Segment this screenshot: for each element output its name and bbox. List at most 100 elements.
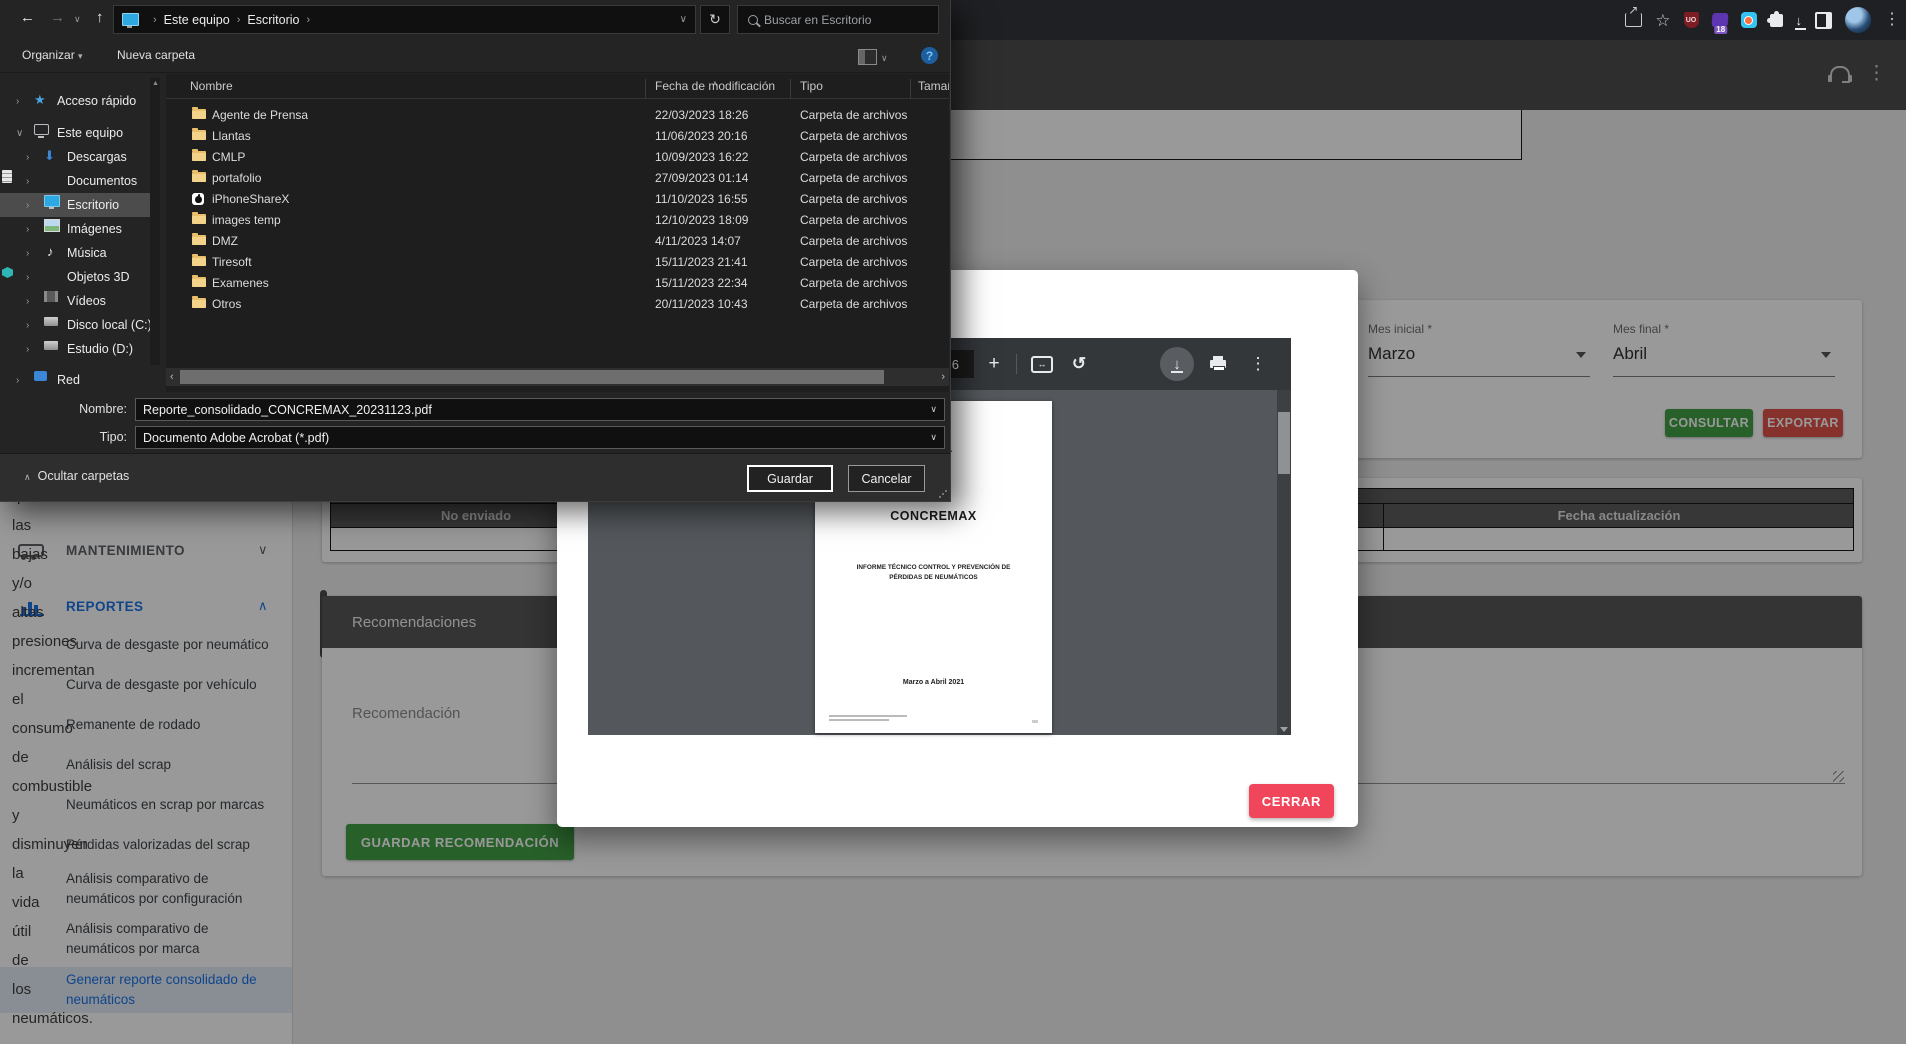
folder-icon — [192, 298, 206, 308]
breadcrumb[interactable]: › Este equipo › Escritorio › ∨ — [113, 5, 696, 34]
profile-avatar[interactable] — [1845, 7, 1871, 33]
document-footer — [829, 715, 909, 723]
file-row[interactable]: images temp12/10/2023 18:09Carpeta de ar… — [166, 210, 949, 231]
column-fecha[interactable]: Fecha de modificación — [655, 79, 775, 93]
scroll-left-arrow-icon[interactable]: ‹ — [170, 371, 174, 383]
tree-item-videos[interactable]: ›Vídeos — [0, 289, 152, 313]
up-arrow-icon[interactable]: ↑ — [96, 9, 104, 26]
search-icon — [748, 15, 758, 25]
toolbar-divider — [1016, 354, 1017, 374]
download-icon[interactable]: ↓ — [1160, 347, 1194, 381]
dropdown-chevron-icon[interactable]: ∨ — [930, 404, 937, 415]
column-tamano[interactable]: Tamaño — [918, 79, 949, 93]
tree-item-red[interactable]: ›Red — [0, 368, 152, 392]
column-nombre[interactable]: Nombre — [190, 79, 233, 93]
horizontal-scrollbar[interactable]: ‹ › — [166, 368, 949, 386]
folder-icon — [192, 109, 206, 119]
scroll-down-arrow-icon[interactable] — [1280, 727, 1288, 732]
filename-label: Nombre: — [79, 402, 127, 416]
share-icon[interactable] — [1625, 13, 1642, 27]
apple-icon — [192, 193, 204, 205]
scroll-right-arrow-icon[interactable]: › — [941, 371, 945, 383]
view-mode-chevron-icon[interactable]: ∨ — [881, 53, 888, 64]
print-icon[interactable] — [1204, 338, 1232, 390]
tree-item-escritorio[interactable]: ›Escritorio — [0, 193, 152, 217]
search-input[interactable]: Buscar en Escritorio — [737, 5, 939, 34]
view-mode-icon[interactable] — [858, 49, 877, 65]
dialog-address-bar: ← → ∨ ↑ › Este equipo › Escritorio › ∨ ↻… — [0, 0, 950, 40]
extension-badge-icon[interactable]: 18 — [1711, 13, 1728, 27]
tree-item-disco-c[interactable]: ›Disco local (C:) — [0, 313, 152, 337]
file-row[interactable]: iPhoneShareX11/10/2023 16:55Carpeta de a… — [166, 189, 949, 210]
screen: UO 18 ↓ ⋮ MANTENIMIENTO ∨ REPORTES ∧ Cur… — [0, 0, 1906, 1044]
file-row[interactable]: Tiresoft15/11/2023 21:41Carpeta de archi… — [166, 252, 949, 273]
filetype-row: Tipo: Documento Adobe Acrobat (*.pdf) ∨ — [0, 426, 950, 450]
file-row[interactable]: Llantas11/06/2023 20:16Carpeta de archiv… — [166, 126, 949, 147]
side-panel-icon[interactable] — [1815, 12, 1832, 29]
file-row[interactable]: DMZ4/11/2023 14:07Carpeta de archivos — [166, 231, 949, 252]
file-list: Nombre ∧ Fecha de modificación Tipo Tama… — [166, 74, 949, 392]
tree-item-este-equipo[interactable]: ∨Este equipo — [0, 121, 152, 145]
horizontal-scrollbar-thumb[interactable] — [180, 370, 884, 384]
document-period: Marzo a Abril 2021 — [815, 679, 1052, 686]
rotate-icon[interactable]: ↺ — [1066, 338, 1092, 390]
tree-item-descargas[interactable]: ›Descargas — [0, 145, 152, 169]
file-list-header: Nombre ∧ Fecha de modificación Tipo Tama… — [166, 74, 949, 99]
forward-arrow-icon[interactable]: → — [50, 9, 65, 26]
help-icon[interactable]: ? — [921, 47, 938, 64]
file-row[interactable]: Otros20/11/2023 10:43Carpeta de archivos — [166, 294, 949, 315]
tree-item-documentos[interactable]: ›Documentos — [0, 169, 152, 193]
tree-item-musica[interactable]: ›Música — [0, 241, 152, 265]
desktop-icon — [122, 13, 139, 26]
search-placeholder: Buscar en Escritorio — [764, 13, 871, 27]
bookmark-star-icon[interactable] — [1655, 12, 1670, 29]
cerrar-button[interactable]: CERRAR — [1249, 784, 1334, 818]
file-row[interactable]: Agente de Prensa22/03/2023 18:26Carpeta … — [166, 105, 949, 126]
filetype-label: Tipo: — [100, 430, 127, 444]
folder-icon — [192, 277, 206, 287]
guardar-button[interactable]: Guardar — [747, 465, 833, 492]
file-row[interactable]: Examenes15/11/2023 22:34Carpeta de archi… — [166, 273, 949, 294]
tree-item-imagenes[interactable]: ›Imágenes — [0, 217, 152, 241]
column-tipo[interactable]: Tipo — [800, 79, 823, 93]
tree-scrollbar[interactable]: ▲ — [150, 78, 160, 365]
filename-input[interactable]: Reporte_consolidado_CONCREMAX_20231123.p… — [135, 398, 945, 421]
fit-width-icon[interactable]: ↔ — [1028, 338, 1056, 390]
history-chevron-icon[interactable]: ∨ — [74, 14, 81, 25]
extensions-puzzle-icon[interactable] — [1770, 14, 1783, 27]
organizar-menu[interactable]: Organizar ▾ — [22, 48, 83, 62]
file-row[interactable]: portafolio27/09/2023 01:14Carpeta de arc… — [166, 168, 949, 189]
resize-grip[interactable] — [939, 490, 947, 498]
file-row[interactable]: CMLP10/09/2023 16:22Carpeta de archivos — [166, 147, 949, 168]
tree-item-estudio-d[interactable]: ›Estudio (D:) — [0, 337, 152, 361]
music-icon — [44, 246, 60, 260]
cancelar-button[interactable]: Cancelar — [848, 465, 925, 492]
refresh-icon[interactable]: ↻ — [700, 5, 730, 34]
tree-item-acceso-rapido[interactable]: ›Acceso rápido — [0, 89, 152, 113]
folder-icon — [192, 256, 206, 266]
pdf-scrollbar-thumb[interactable] — [1278, 412, 1290, 474]
zoom-in-icon[interactable]: + — [982, 338, 1006, 390]
computer-icon — [34, 124, 49, 135]
dropdown-chevron-icon[interactable]: ∨ — [930, 432, 937, 443]
save-file-dialog: ← → ∨ ↑ › Este equipo › Escritorio › ∨ ↻… — [0, 0, 951, 502]
pdf-menu-icon[interactable]: ⋮ — [1246, 338, 1270, 390]
drive-icon — [44, 341, 58, 350]
pictures-icon — [44, 219, 60, 232]
filetype-value: Documento Adobe Acrobat (*.pdf) — [143, 431, 329, 445]
downloads-icon[interactable]: ↓ — [1796, 14, 1803, 27]
filetype-select[interactable]: Documento Adobe Acrobat (*.pdf) ∨ — [135, 426, 945, 449]
hide-folders-toggle[interactable]: ∧Ocultar carpetas — [24, 469, 129, 483]
extension-badge-count: 18 — [1714, 26, 1727, 34]
recorder-extension-icon[interactable] — [1741, 12, 1757, 28]
back-arrow-icon[interactable]: ← — [20, 9, 35, 26]
breadcrumb-escritorio[interactable]: Escritorio — [247, 13, 299, 27]
pdf-scrollbar[interactable] — [1277, 390, 1291, 735]
breadcrumb-este-equipo[interactable]: Este equipo — [164, 13, 230, 27]
browser-menu-icon[interactable] — [1884, 12, 1900, 28]
address-dropdown-icon[interactable]: ∨ — [680, 14, 687, 25]
tree-item-objetos-3d[interactable]: ›Objetos 3D — [0, 265, 152, 289]
ublock-extension-icon[interactable]: UO — [1684, 12, 1699, 28]
nueva-carpeta-button[interactable]: Nueva carpeta — [117, 48, 195, 62]
drive-icon — [44, 317, 58, 326]
